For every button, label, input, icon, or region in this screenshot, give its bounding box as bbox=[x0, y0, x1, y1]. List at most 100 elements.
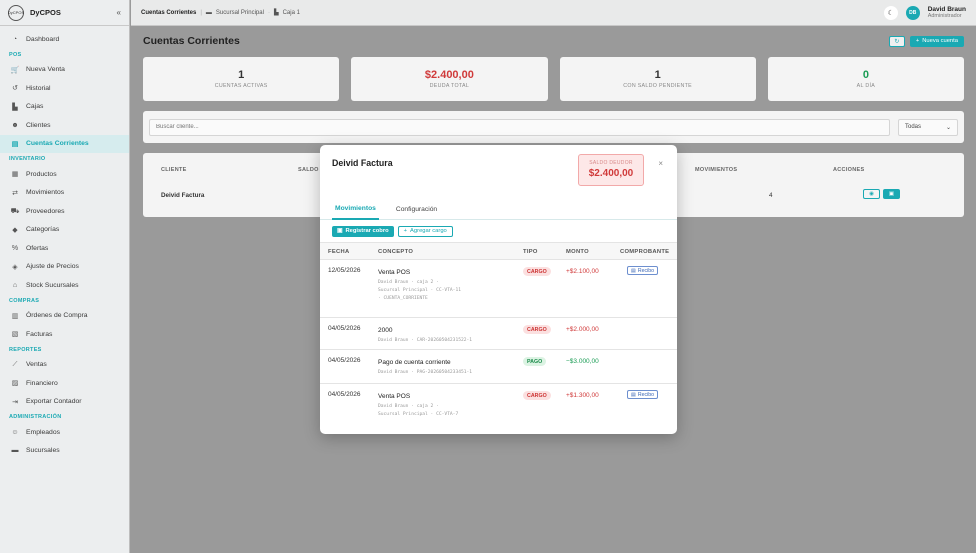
refresh-button[interactable]: ↻ bbox=[888, 35, 905, 47]
dashboard-icon: ◔ bbox=[12, 35, 18, 43]
finance-icon: ▨ bbox=[11, 380, 19, 388]
cell-cliente[interactable]: Deivid Factura bbox=[161, 192, 204, 199]
section-compras: COMPRAS bbox=[9, 297, 40, 304]
price-tag-icon: ◈ bbox=[12, 263, 18, 271]
column-cliente: CLIENTE bbox=[161, 167, 187, 173]
sidebar-item-label: Nueva Venta bbox=[26, 66, 65, 74]
table-row: 04/05/2026 Pago de cuenta corriente Davi… bbox=[320, 350, 677, 384]
close-icon[interactable]: × bbox=[658, 159, 663, 168]
cell-monto: +$2.000,00 bbox=[566, 326, 599, 333]
saldo-deudor-badge: SALDO DEUDOR $2.400,00 bbox=[578, 154, 644, 186]
invoice-icon: ▧ bbox=[11, 331, 19, 339]
add-charge-button[interactable]: + Agregar cargo bbox=[397, 225, 453, 237]
saldo-label: SALDO DEUDOR bbox=[589, 160, 633, 166]
stat-deuda-total: $2.400,00 DEUDA TOTAL bbox=[351, 57, 548, 101]
tab-movimientos[interactable]: Movimientos bbox=[332, 198, 379, 220]
brand[interactable]: DyCPOS DyCPOS « bbox=[0, 0, 129, 26]
new-account-button[interactable]: + Nueva cuenta bbox=[909, 35, 964, 47]
boxes-icon: ▦ bbox=[11, 171, 19, 179]
stat-label: AL DÍA bbox=[856, 83, 876, 89]
sidebar-item-ofertas[interactable]: % Ofertas bbox=[0, 239, 129, 258]
breadcrumb-branch[interactable]: Sucursal Principal bbox=[216, 10, 264, 16]
avatar[interactable]: DB bbox=[905, 5, 920, 20]
sidebar-item-stock-sucursales[interactable]: ⌂ Stock Sucursales bbox=[0, 276, 129, 295]
sidebar-item-nueva-venta[interactable]: 🛒 Nueva Venta bbox=[0, 61, 129, 80]
sidebar-item-label: Historial bbox=[26, 84, 51, 92]
sidebar-item-ordenes-compra[interactable]: ▥ Órdenes de Compra bbox=[0, 307, 129, 326]
column-saldo: SALDO bbox=[298, 167, 319, 173]
sidebar-item-financiero[interactable]: ▨ Financiero bbox=[0, 374, 129, 393]
new-account-label: Nueva cuenta bbox=[922, 38, 958, 44]
tab-configuracion[interactable]: Configuración bbox=[393, 198, 440, 220]
receipt-button[interactable]: ▤ Recibo bbox=[627, 390, 659, 399]
register-payment-button[interactable]: ▣ Registrar cobro bbox=[332, 225, 394, 237]
column-fecha: FECHA bbox=[328, 249, 350, 255]
sidebar-item-clientes[interactable]: ☻ Clientes bbox=[0, 116, 129, 135]
breadcrumb-register[interactable]: Caja 1 bbox=[283, 10, 300, 16]
status-filter-select[interactable]: Todas ⌄ bbox=[898, 118, 958, 136]
sidebar-item-productos[interactable]: ▦ Productos bbox=[0, 165, 129, 184]
sidebar-item-movimientos[interactable]: ⇄ Movimientos bbox=[0, 184, 129, 203]
type-badge: CARGO bbox=[523, 325, 551, 334]
sidebar-item-ajuste-precios[interactable]: ◈ Ajuste de Precios bbox=[0, 258, 129, 277]
sidebar-item-historial[interactable]: ↺ Historial bbox=[0, 79, 129, 98]
stat-label: DEUDA TOTAL bbox=[429, 83, 470, 89]
sidebar-item-ventas[interactable]: ⟋ Ventas bbox=[0, 356, 129, 375]
sidebar-item-facturas[interactable]: ▧ Facturas bbox=[0, 325, 129, 344]
plus-icon: + bbox=[403, 228, 408, 234]
section-pos: POS bbox=[9, 51, 22, 58]
stats-row: 1 CUENTAS ACTIVAS $2.400,00 DEUDA TOTAL 1 C… bbox=[143, 57, 964, 101]
sidebar-item-categorias[interactable]: ◆ Categorías bbox=[0, 221, 129, 240]
header-actions: ↻ + Nueva cuenta bbox=[888, 35, 964, 47]
cell-concepto: Venta POS David Braun · caja 2 · Sucursa… bbox=[378, 269, 518, 302]
sidebar-item-cuentas-corrientes[interactable]: ▤ Cuentas Corrientes bbox=[0, 134, 129, 153]
add-user-icon: + bbox=[915, 38, 920, 44]
sidebar-item-dashboard[interactable]: ◔ Dashboard bbox=[0, 30, 129, 49]
register-payment-label: Registrar cobro bbox=[345, 228, 389, 234]
stat-label: CON SALDO PENDIENTE bbox=[623, 83, 692, 89]
account-detail-modal: Deivid Factura SALDO DEUDOR $2.400,00 × … bbox=[320, 145, 677, 434]
breadcrumb-page[interactable]: Cuentas Corrientes bbox=[141, 10, 196, 16]
stat-al-dia: 0 AL DÍA bbox=[767, 57, 964, 101]
user-menu[interactable]: David Braun Administrador bbox=[928, 6, 966, 20]
concepto-title: Pago de cuenta corriente bbox=[378, 359, 451, 366]
sidebar-item-label: Exportar Contador bbox=[26, 398, 82, 406]
sidebar-item-label: Facturas bbox=[26, 330, 53, 338]
sidebar-item-exportar-contador[interactable]: ⇥ Exportar Contador bbox=[0, 393, 129, 412]
ledger-icon: ▤ bbox=[11, 140, 19, 148]
cell-concepto: Pago de cuenta corriente David Braun · P… bbox=[378, 359, 518, 377]
swap-icon: ⇄ bbox=[12, 189, 18, 197]
cell-monto: +$2.100,00 bbox=[566, 268, 599, 275]
movements-table-header: FECHA CONCEPTO TIPO MONTO COMPROBANTE bbox=[320, 242, 677, 260]
sidebar-item-label: Financiero bbox=[26, 379, 58, 387]
modal-actions: ▣ Registrar cobro + Agregar cargo bbox=[320, 220, 677, 242]
page-title: Cuentas Corrientes bbox=[143, 35, 240, 47]
cell-concepto: Venta POS David Braun · caja 2 · Sucursa… bbox=[378, 393, 518, 419]
sidebar-nav: ◔ Dashboard POS 🛒 Nueva Venta ↺ Historial … bbox=[0, 26, 129, 460]
moon-icon[interactable]: ☾ bbox=[883, 5, 898, 20]
concepto-title: 2000 bbox=[378, 327, 393, 334]
sidebar-item-empleados[interactable]: ☺ Empleados bbox=[0, 423, 129, 442]
view-account-button[interactable]: ◉ bbox=[863, 189, 880, 199]
chevron-down-icon: ⌄ bbox=[945, 124, 951, 131]
modal-tabs: Movimientos Configuración bbox=[320, 198, 677, 220]
cell-fecha: 04/05/2026 bbox=[328, 357, 361, 364]
sidebar-item-sucursales[interactable]: ▬ Sucursales bbox=[0, 442, 129, 461]
sidebar-item-proveedores[interactable]: ⛟ Proveedores bbox=[0, 202, 129, 221]
register-icon: ▙ bbox=[12, 103, 18, 111]
stat-value: 0 bbox=[862, 69, 869, 81]
sidebar-item-label: Productos bbox=[26, 170, 57, 178]
collect-payment-button[interactable]: ▣ bbox=[883, 189, 900, 199]
meta-line: David Braun · caja 2 · bbox=[378, 404, 439, 409]
receipt-button[interactable]: ▤ Recibo bbox=[627, 266, 659, 275]
purchase-order-icon: ▥ bbox=[11, 312, 19, 320]
branch-icon: ▬ bbox=[11, 447, 19, 455]
table-row: 04/05/2026 Venta POS David Braun · caja … bbox=[320, 384, 677, 428]
sidebar-item-label: Movimientos bbox=[26, 189, 65, 197]
search-input[interactable] bbox=[149, 118, 890, 136]
document-icon: ▤ bbox=[631, 391, 636, 398]
add-charge-label: Agregar cargo bbox=[410, 228, 447, 234]
concepto-title: Venta POS bbox=[378, 393, 411, 400]
collapse-sidebar-icon[interactable]: « bbox=[117, 8, 121, 17]
sidebar-item-cajas[interactable]: ▙ Cajas bbox=[0, 98, 129, 117]
